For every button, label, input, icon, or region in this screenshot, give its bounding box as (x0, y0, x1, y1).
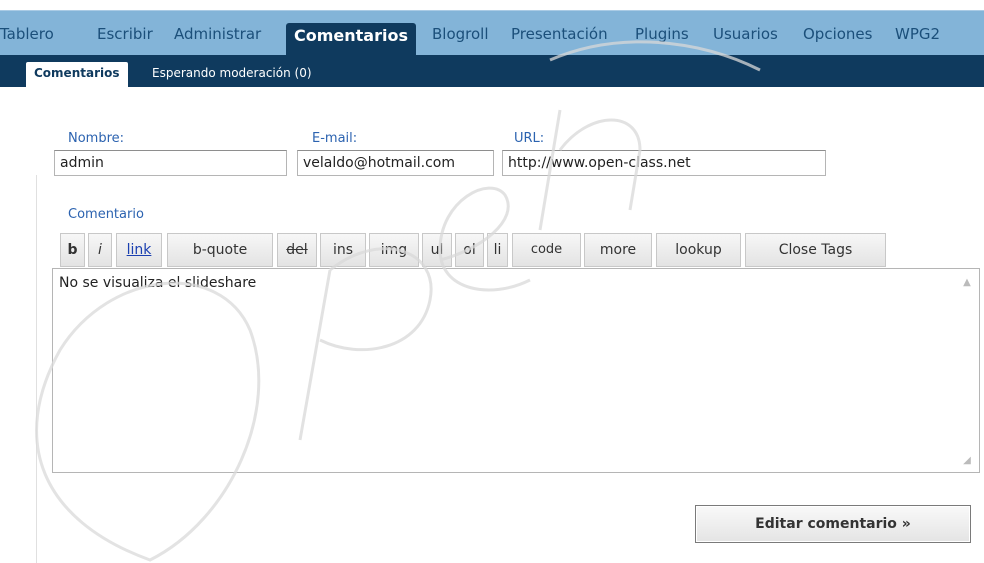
quicktag-bold-button[interactable]: b (60, 233, 85, 267)
nav-item-presentacion[interactable]: Presentación (511, 25, 608, 43)
main-nav: Tablero Escribir Administrar Comentarios… (0, 10, 984, 56)
nav-item-wpg2[interactable]: WPG2 (895, 25, 940, 43)
quicktag-ol-button[interactable]: ol (455, 233, 484, 267)
nav-item-escribir[interactable]: Escribir (97, 25, 153, 43)
quicktag-del-button[interactable]: del (277, 233, 317, 267)
scroll-up-icon[interactable]: ▲ (960, 276, 974, 290)
url-field[interactable] (502, 150, 826, 176)
quicktag-ul-button[interactable]: ul (422, 233, 452, 267)
sub-nav: Comentarios Esperando moderación (0) (0, 55, 984, 87)
comment-label: Comentario (68, 207, 144, 222)
quicktag-italic-button[interactable]: i (88, 233, 112, 267)
subtab-esperando-moderacion[interactable]: Esperando moderación (0) (152, 62, 312, 87)
name-field[interactable] (54, 150, 287, 176)
nav-item-administrar[interactable]: Administrar (174, 25, 261, 43)
email-label: E-mail: (312, 131, 358, 146)
edit-comment-button[interactable]: Editar comentario » (695, 505, 971, 543)
resize-grip-icon[interactable]: ◢ (960, 454, 974, 468)
quicktag-more-button[interactable]: more (584, 233, 652, 267)
quicktag-close-tags-button[interactable]: Close Tags (745, 233, 886, 267)
quicktag-code-button[interactable]: code (512, 233, 581, 267)
comment-textarea[interactable]: No se visualiza el slideshare (52, 268, 980, 473)
name-label: Nombre: (68, 131, 125, 146)
quicktag-bquote-button[interactable]: b-quote (167, 233, 273, 267)
nav-item-comentarios[interactable]: Comentarios (286, 23, 416, 56)
left-guide-line (36, 175, 37, 563)
quicktag-lookup-button[interactable]: lookup (656, 233, 741, 267)
quicktag-li-button[interactable]: li (487, 233, 508, 267)
nav-item-blogroll[interactable]: Blogroll (432, 25, 489, 43)
subtab-comentarios[interactable]: Comentarios (26, 62, 128, 87)
quicktag-img-button[interactable]: img (369, 233, 419, 267)
quicktag-link-button[interactable]: link (116, 233, 162, 267)
quicktag-ins-button[interactable]: ins (320, 233, 366, 267)
email-field[interactable] (297, 150, 494, 176)
nav-item-usuarios[interactable]: Usuarios (713, 25, 778, 43)
nav-item-plugins[interactable]: Plugins (635, 25, 689, 43)
nav-item-tablero[interactable]: Tablero (0, 25, 54, 43)
nav-item-opciones[interactable]: Opciones (803, 25, 872, 43)
url-label: URL: (514, 131, 545, 146)
